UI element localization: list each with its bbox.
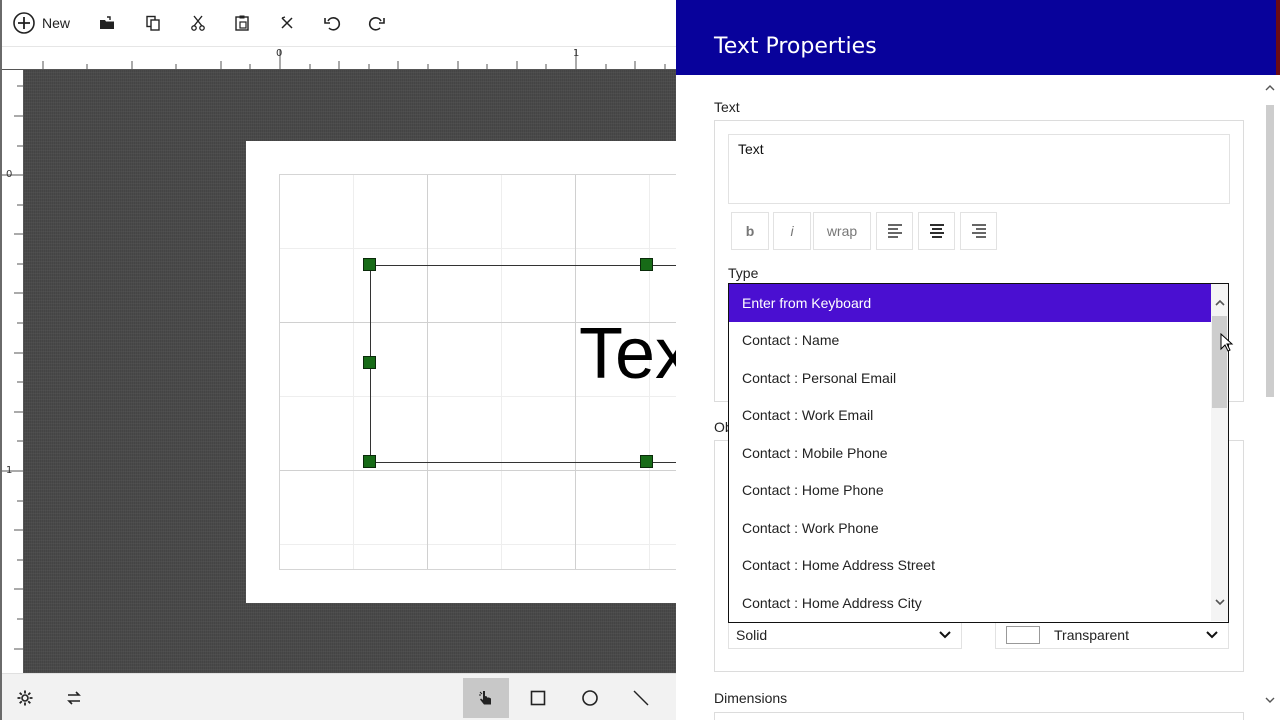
italic-button[interactable]: i	[773, 212, 811, 250]
left-ruler-ticks	[2, 85, 24, 650]
paste-icon	[235, 15, 249, 31]
delete-icon	[281, 16, 293, 29]
text-section-label: Text	[714, 99, 740, 115]
scroll-down-arrow-icon[interactable]	[1211, 593, 1228, 610]
settings-icon	[17, 690, 33, 706]
align-right-icon	[971, 224, 986, 238]
line-style-select[interactable]: Solid	[728, 621, 962, 649]
window-edge-strip	[1276, 0, 1280, 75]
panel-scroll-up-icon[interactable]	[1264, 81, 1276, 95]
text-object[interactable]: Text	[370, 265, 676, 463]
panel-header: Text Properties	[676, 0, 1276, 75]
toolbar: New	[0, 0, 676, 46]
undo-icon	[324, 17, 341, 31]
align-left-icon	[887, 224, 902, 238]
align-right-button[interactable]	[960, 212, 997, 250]
panel-scrollbar[interactable]	[1264, 75, 1280, 720]
panel-scroll-down-icon[interactable]	[1264, 693, 1276, 707]
tools-bar	[0, 673, 676, 720]
new-icon	[13, 12, 35, 34]
mouse-cursor-icon	[1220, 333, 1234, 352]
type-option-work-email[interactable]: Contact : Work Email	[729, 397, 1211, 435]
rectangle-icon	[530, 690, 546, 706]
paste-button[interactable]	[229, 8, 255, 38]
app-window: New 0 1 0 1 Tex Text Properties Text Tex…	[0, 0, 1280, 720]
fill-color-swatch	[1006, 626, 1040, 644]
pointer-tool-button[interactable]	[463, 678, 509, 718]
undo-button[interactable]	[319, 8, 345, 38]
top-ruler-label-1: 1	[573, 48, 580, 59]
cut-button[interactable]	[185, 8, 211, 38]
type-dropdown-scroll-thumb[interactable]	[1212, 316, 1227, 408]
design-canvas[interactable]: Text	[24, 70, 676, 673]
dimensions-label: Dimensions	[714, 690, 788, 706]
type-option-name[interactable]: Contact : Name	[729, 322, 1211, 360]
redo-icon	[368, 17, 385, 31]
text-input[interactable]: Text	[728, 134, 1230, 204]
window-left-border	[0, 0, 2, 720]
panel-scroll-thumb[interactable]	[1266, 105, 1274, 397]
new-button-label: New	[42, 15, 71, 31]
fill-color-select[interactable]: Transparent	[995, 621, 1229, 649]
left-ruler: 0 1	[0, 70, 24, 673]
rectangle-tool-button[interactable]	[515, 678, 561, 718]
text-object-content: Text	[579, 314, 676, 394]
type-option-home-city[interactable]: Contact : Home Address City	[729, 584, 1211, 622]
open-icon	[100, 16, 114, 29]
copy-button[interactable]	[140, 8, 166, 38]
wrap-button[interactable]: wrap	[813, 212, 871, 250]
type-label: Type	[728, 265, 759, 281]
swap-button[interactable]	[51, 678, 97, 718]
resize-handle-bottom-center[interactable]	[640, 455, 653, 468]
type-option-personal-email[interactable]: Contact : Personal Email	[729, 359, 1211, 397]
resize-handle-bottom-left[interactable]	[363, 455, 376, 468]
chevron-down-icon	[939, 631, 951, 639]
type-dropdown-list[interactable]: Enter from Keyboard Contact : Name Conta…	[728, 283, 1229, 623]
ellipse-tool-button[interactable]	[567, 678, 613, 718]
type-option-mobile-phone[interactable]: Contact : Mobile Phone	[729, 434, 1211, 472]
ellipse-icon	[582, 690, 598, 706]
fill-color-value: Transparent	[1054, 627, 1129, 643]
cut-icon	[191, 15, 205, 31]
align-center-icon	[929, 224, 944, 238]
redo-button[interactable]	[364, 8, 390, 38]
align-center-button[interactable]	[918, 212, 955, 250]
line-icon	[633, 690, 649, 706]
type-option-home-street[interactable]: Contact : Home Address Street	[729, 547, 1211, 585]
settings-button[interactable]	[2, 678, 48, 718]
delete-button[interactable]	[274, 8, 300, 38]
left-ruler-label-1: 1	[6, 465, 13, 476]
resize-handle-middle-left[interactable]	[363, 356, 376, 369]
resize-handle-top-center[interactable]	[640, 258, 653, 271]
line-tool-button[interactable]	[618, 678, 664, 718]
copy-icon	[146, 15, 160, 31]
properties-panel: Text Properties Text Text b i wrap Type …	[676, 0, 1280, 720]
align-left-button[interactable]	[876, 212, 913, 250]
new-button[interactable]: New	[12, 8, 74, 38]
resize-handle-top-left[interactable]	[363, 258, 376, 271]
top-ruler: 0 1	[0, 46, 676, 71]
type-option-work-phone[interactable]: Contact : Work Phone	[729, 509, 1211, 547]
dimensions-group	[714, 712, 1244, 720]
chevron-down-icon	[1206, 631, 1218, 639]
type-option-keyboard[interactable]: Enter from Keyboard	[729, 284, 1211, 322]
pointer-icon	[479, 691, 491, 705]
top-ruler-label-0: 0	[276, 48, 283, 59]
label-page[interactable]: Text	[246, 141, 676, 603]
bold-button[interactable]: b	[731, 212, 769, 250]
open-button[interactable]	[94, 8, 120, 38]
scroll-up-arrow-icon[interactable]	[1211, 294, 1228, 311]
left-ruler-label-0: 0	[6, 169, 13, 180]
panel-title: Text Properties	[714, 34, 877, 59]
swap-icon	[67, 691, 81, 705]
type-option-home-phone[interactable]: Contact : Home Phone	[729, 472, 1211, 510]
line-style-value: Solid	[736, 627, 768, 643]
